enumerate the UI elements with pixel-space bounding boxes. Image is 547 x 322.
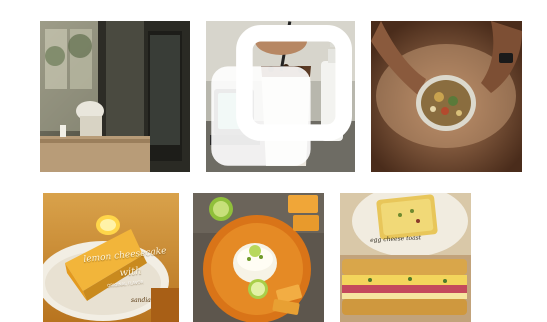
bowl-in-hands-photo [371,21,522,172]
post-tile-lime-dessert-tray[interactable] [193,193,324,322]
post-tile-cafe-interior[interactable] [40,21,190,172]
post-tile-milk-drink[interactable] [206,21,355,172]
lemon-cheesecake-photo [43,193,179,322]
toast-sandwich-photo [340,193,471,322]
post-tile-toast-sandwich[interactable]: egg cheese toast [340,193,471,322]
cafe-interior-photo [40,21,190,172]
multiple-photos-icon [211,25,352,166]
post-tile-lemon-cheesecake[interactable]: lemon cheesecake with ORIGINAL FLAVOR sa… [43,193,179,322]
lime-dessert-tray-photo [193,193,324,322]
post-grid: lemon cheesecake with ORIGINAL FLAVOR sa… [0,0,547,322]
post-tile-bowl-in-hands[interactable] [371,21,522,172]
